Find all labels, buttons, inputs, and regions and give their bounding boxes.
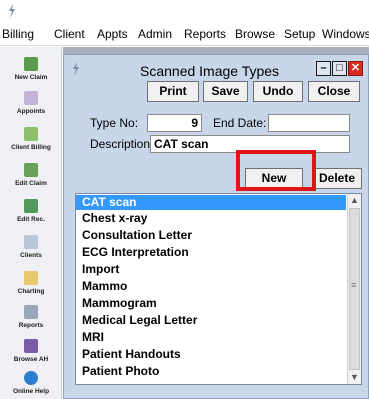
list-item[interactable]: Chest x-ray bbox=[76, 211, 346, 226]
type-no-field[interactable]: 9 bbox=[147, 114, 202, 132]
list-item[interactable]: Patient Photo bbox=[76, 364, 346, 379]
toolbar-new-claim[interactable]: New Claim bbox=[0, 55, 62, 93]
app-titlebar bbox=[0, 0, 369, 22]
list-item[interactable]: MRI bbox=[76, 330, 346, 345]
toolbar-edit-record[interactable]: Edit Rec. bbox=[0, 197, 62, 235]
description-label: Description: bbox=[90, 137, 154, 151]
scroll-thumb[interactable]: ≡ bbox=[349, 208, 360, 370]
list-item[interactable]: CAT scan bbox=[76, 195, 346, 210]
toolbar-clients[interactable]: Clients bbox=[0, 233, 62, 271]
edit-record-icon bbox=[24, 199, 38, 213]
scroll-up-icon[interactable]: ▲ bbox=[348, 194, 361, 207]
scroll-down-icon[interactable]: ▼ bbox=[348, 371, 361, 384]
end-date-label: End Date: bbox=[213, 116, 267, 130]
toolbar-label: Appoints bbox=[16, 108, 46, 115]
new-claim-icon bbox=[24, 57, 38, 71]
list-scrollbar[interactable]: ▲ ≡ ▼ bbox=[347, 194, 361, 384]
appointments-icon bbox=[24, 91, 38, 105]
save-button[interactable]: Save bbox=[203, 81, 248, 102]
menu-billing[interactable]: Billing bbox=[2, 27, 34, 41]
list-item[interactable]: Mammogram bbox=[76, 296, 346, 311]
delete-button[interactable]: Delete bbox=[312, 168, 362, 189]
menu-admin[interactable]: Admin bbox=[138, 27, 172, 41]
image-types-list[interactable]: CAT scan Chest x-ray Consultation Letter… bbox=[75, 193, 362, 385]
toolbar-label: New Claim bbox=[14, 74, 48, 81]
toolbar-label: Reports bbox=[18, 322, 44, 329]
list-item[interactable]: Import bbox=[76, 262, 346, 277]
toolbar-appointments[interactable]: Appoints bbox=[0, 89, 62, 127]
maximize-icon[interactable]: □ bbox=[332, 61, 347, 76]
list-item[interactable]: Patient Handouts bbox=[76, 347, 346, 362]
toolbar-label: Clients bbox=[20, 252, 42, 259]
menu-appts[interactable]: Appts bbox=[97, 27, 128, 41]
type-no-label: Type No: bbox=[90, 116, 139, 130]
toolbar-label: Browse AH bbox=[13, 356, 49, 363]
toolbar-label: Online Help bbox=[12, 388, 50, 395]
print-button[interactable]: Print bbox=[147, 81, 199, 102]
list-item[interactable]: Consultation Letter bbox=[76, 228, 346, 243]
menubar: Billing Client Appts Admin Reports Brows… bbox=[0, 22, 369, 46]
charting-icon bbox=[24, 271, 38, 285]
edit-claim-icon bbox=[24, 163, 38, 177]
list-item[interactable]: Medical Legal Letter bbox=[76, 313, 346, 328]
app-logo-icon bbox=[9, 4, 15, 18]
window-titlebar[interactable]: Scanned Image Types – □ ✕ bbox=[70, 61, 366, 81]
client-billing-icon bbox=[24, 127, 38, 141]
list-item[interactable]: ECG Interpretation bbox=[76, 245, 346, 260]
highlight-annotation bbox=[236, 150, 316, 191]
window-logo-icon bbox=[73, 62, 79, 76]
end-date-field[interactable] bbox=[268, 114, 350, 132]
close-button[interactable]: Close bbox=[308, 81, 360, 102]
list-item[interactable]: Mammo bbox=[76, 279, 346, 294]
clients-icon bbox=[24, 235, 38, 249]
undo-button[interactable]: Undo bbox=[253, 81, 303, 102]
toolbar-online-help[interactable]: Online Help bbox=[0, 369, 62, 399]
menu-browse[interactable]: Browse bbox=[235, 27, 275, 41]
toolbar-charting[interactable]: Charting bbox=[0, 269, 62, 307]
toolbar-reports[interactable]: Reports bbox=[0, 303, 62, 341]
reports-icon bbox=[24, 305, 38, 319]
menu-setup[interactable]: Setup bbox=[284, 27, 315, 41]
close-window-icon[interactable]: ✕ bbox=[348, 61, 363, 76]
left-toolbar: New Claim Appoints Client Billing Edit C… bbox=[0, 47, 62, 399]
minimize-icon[interactable]: – bbox=[316, 61, 331, 76]
window-title: Scanned Image Types bbox=[140, 63, 280, 79]
menu-windows[interactable]: Windows bbox=[322, 27, 369, 41]
help-icon bbox=[24, 371, 38, 385]
menu-client[interactable]: Client bbox=[54, 27, 85, 41]
toolbar-label: Edit Claim bbox=[15, 180, 47, 187]
toolbar-label: Edit Rec. bbox=[17, 216, 45, 223]
menu-reports[interactable]: Reports bbox=[184, 27, 226, 41]
browse-icon bbox=[24, 339, 38, 353]
toolbar-label: Client Billing bbox=[11, 144, 51, 151]
toolbar-edit-claim[interactable]: Edit Claim bbox=[0, 161, 62, 199]
grip-icon: ≡ bbox=[351, 280, 357, 290]
toolbar-label: Charting bbox=[17, 288, 45, 295]
toolbar-client-billing[interactable]: Client Billing bbox=[0, 125, 62, 163]
